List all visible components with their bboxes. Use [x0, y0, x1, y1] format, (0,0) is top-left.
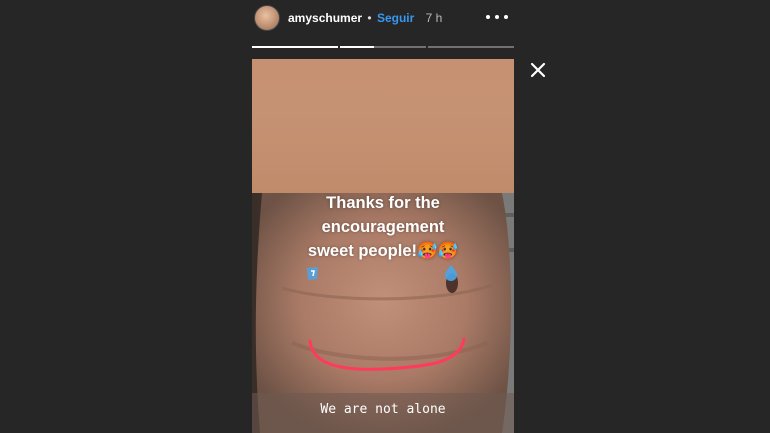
story-author-line: amyschumer • Seguir 7 h: [288, 10, 442, 26]
progress-segment-1: [252, 46, 338, 48]
follow-button[interactable]: Seguir: [377, 11, 414, 25]
blurred-photo-area: [252, 59, 514, 193]
story-progress: [252, 46, 514, 49]
progress-fill-1: [252, 46, 338, 48]
water-drop-icon: [445, 265, 457, 281]
story-header: amyschumer • Seguir 7 h: [252, 0, 514, 60]
close-icon[interactable]: [528, 60, 548, 80]
water-drop-icon: [307, 267, 318, 280]
story-text-line-3: sweet people!🥵🥵: [307, 242, 459, 260]
username-link[interactable]: amyschumer: [288, 11, 362, 25]
separator-dot: •: [367, 11, 372, 25]
story-media[interactable]: Thanks for the encouragement sweet peopl…: [252, 59, 514, 433]
avatar[interactable]: [254, 5, 280, 31]
timestamp: 7 h: [425, 11, 443, 25]
progress-fill-2: [340, 46, 375, 48]
story-text-line-1: Thanks for the: [326, 194, 440, 212]
story-caption: We are not alone: [320, 402, 446, 417]
more-horizontal-icon[interactable]: [486, 8, 508, 26]
story-text: Thanks for the encouragement sweet peopl…: [252, 191, 514, 263]
story-viewer: amyschumer • Seguir 7 h Thanks for the e…: [0, 0, 770, 433]
story-text-line-2: encouragement: [321, 218, 445, 236]
progress-segment-2: [340, 46, 426, 48]
progress-segment-3: [428, 46, 514, 48]
